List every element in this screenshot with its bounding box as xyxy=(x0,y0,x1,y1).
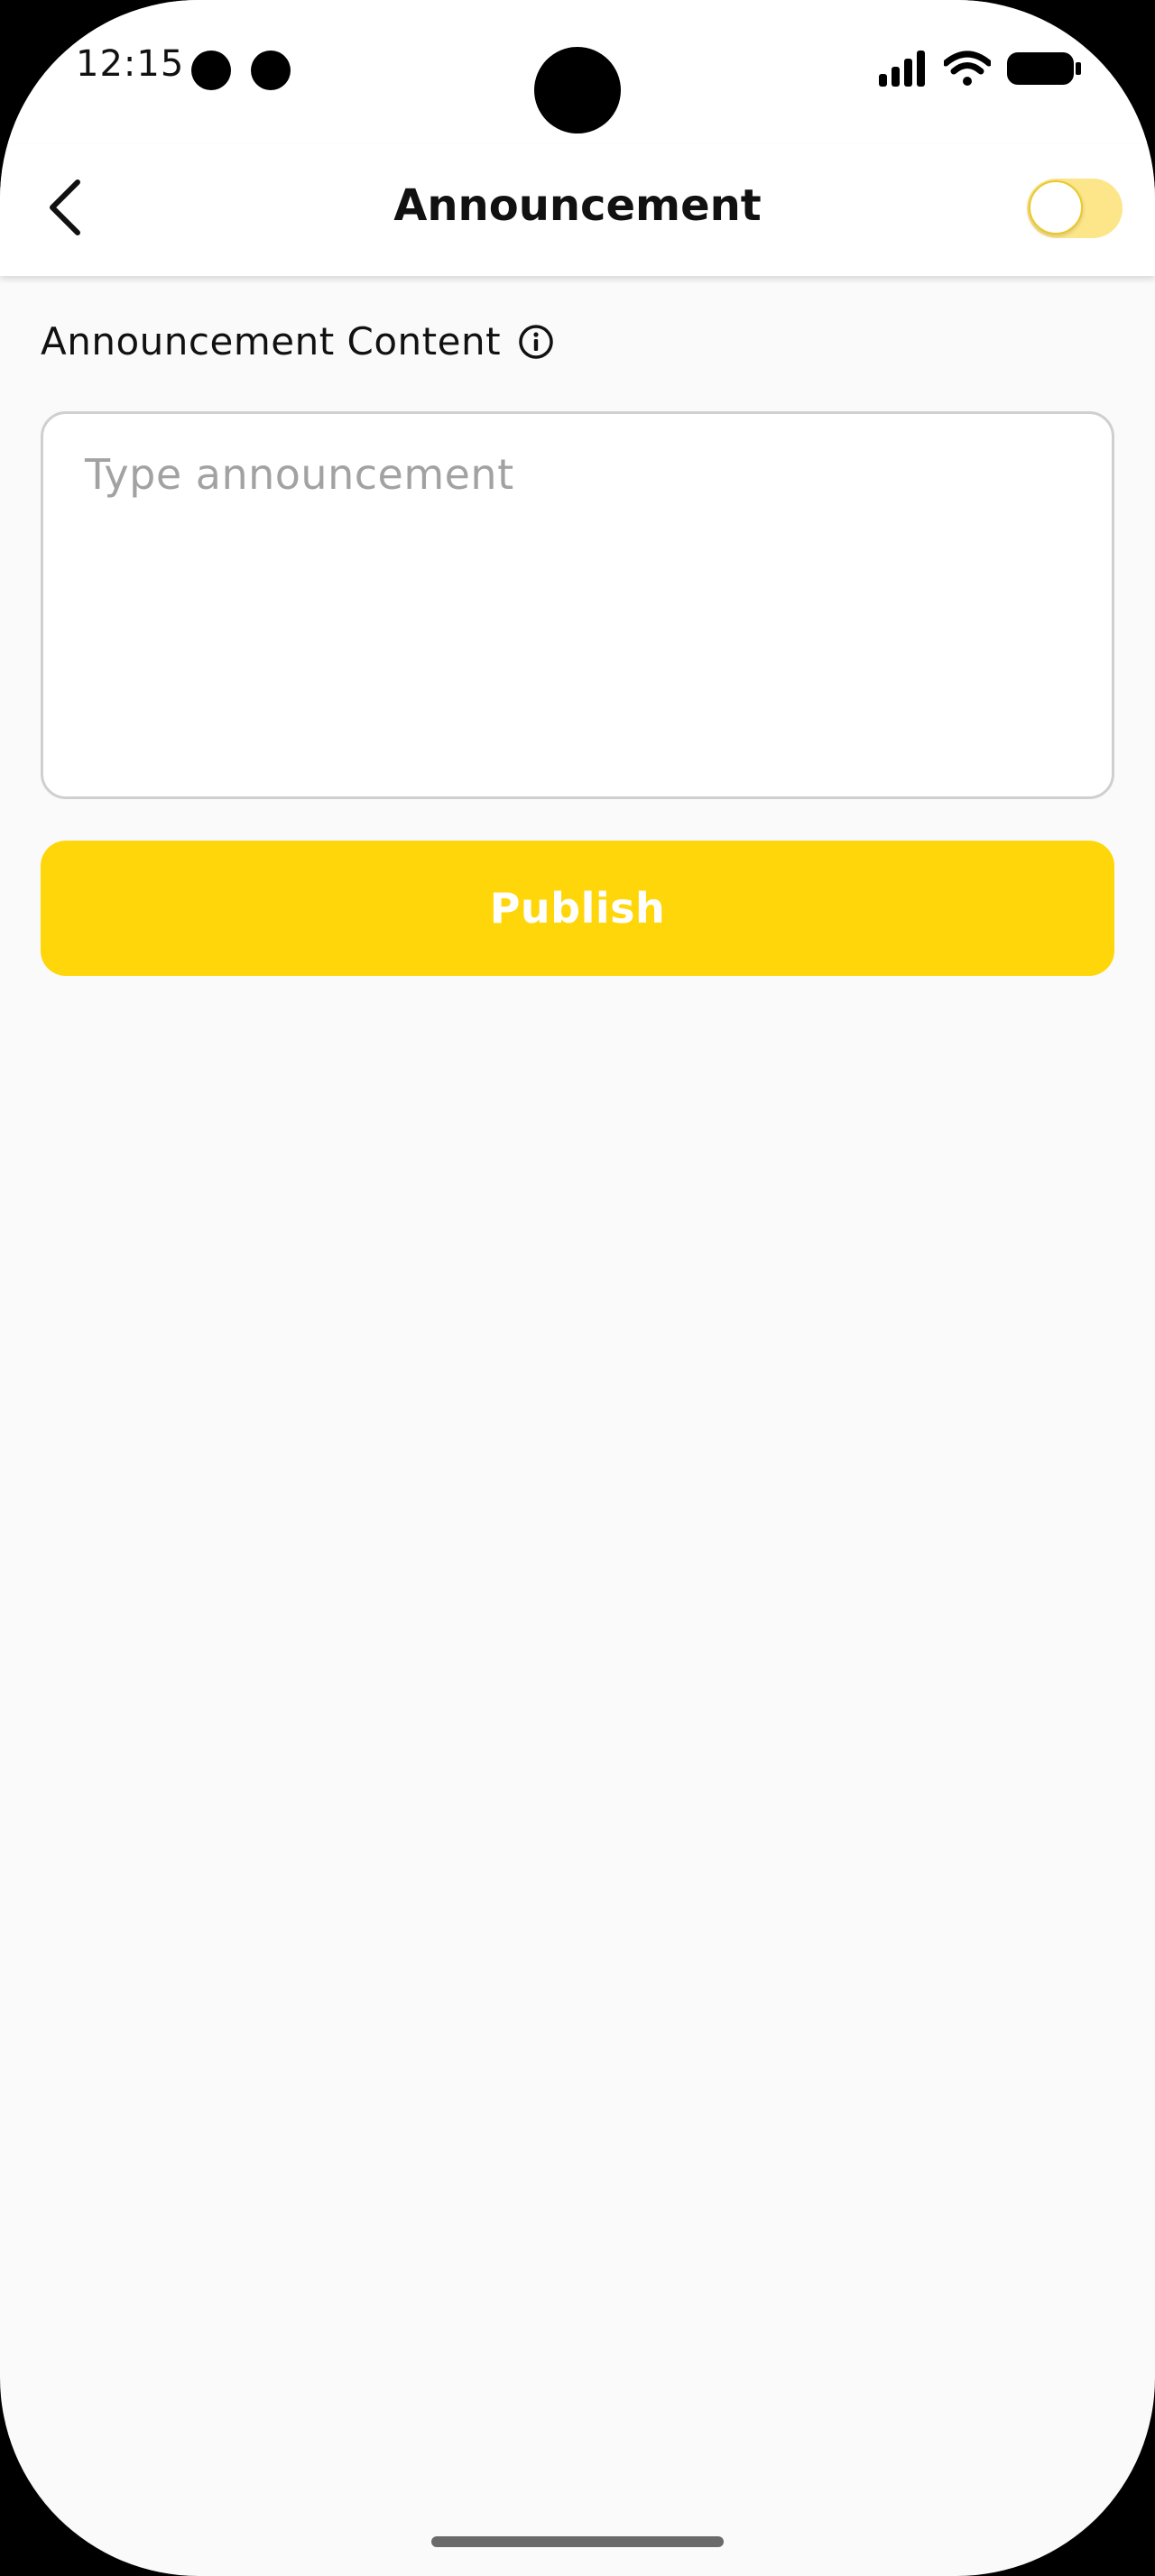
notification-dot-icon xyxy=(251,51,291,90)
notification-dot-icon xyxy=(191,51,231,90)
publish-button[interactable]: Publish xyxy=(41,841,1114,976)
home-indicator xyxy=(431,2536,724,2547)
announcement-textarea-container xyxy=(41,411,1114,799)
wifi-icon xyxy=(942,51,993,90)
signal-icon xyxy=(877,51,928,90)
camera-cutout xyxy=(534,47,621,133)
page-title: Announcement xyxy=(393,180,762,231)
field-label-row: Announcement Content xyxy=(41,319,555,363)
status-time: 12:15 xyxy=(76,43,185,85)
announcement-textarea[interactable] xyxy=(43,414,1112,796)
battery-icon xyxy=(1007,51,1081,90)
status-bar: 12:15 xyxy=(0,0,1155,144)
announcement-toggle[interactable] xyxy=(1027,179,1123,238)
info-circle-icon[interactable] xyxy=(517,323,555,361)
announcement-content-label: Announcement Content xyxy=(41,319,502,363)
toggle-knob xyxy=(1029,180,1083,235)
status-icons xyxy=(877,51,1081,90)
app-bar: Announcement xyxy=(0,144,1155,276)
phone-screen: 12:15 Announcement Announcement Content … xyxy=(0,0,1155,2576)
